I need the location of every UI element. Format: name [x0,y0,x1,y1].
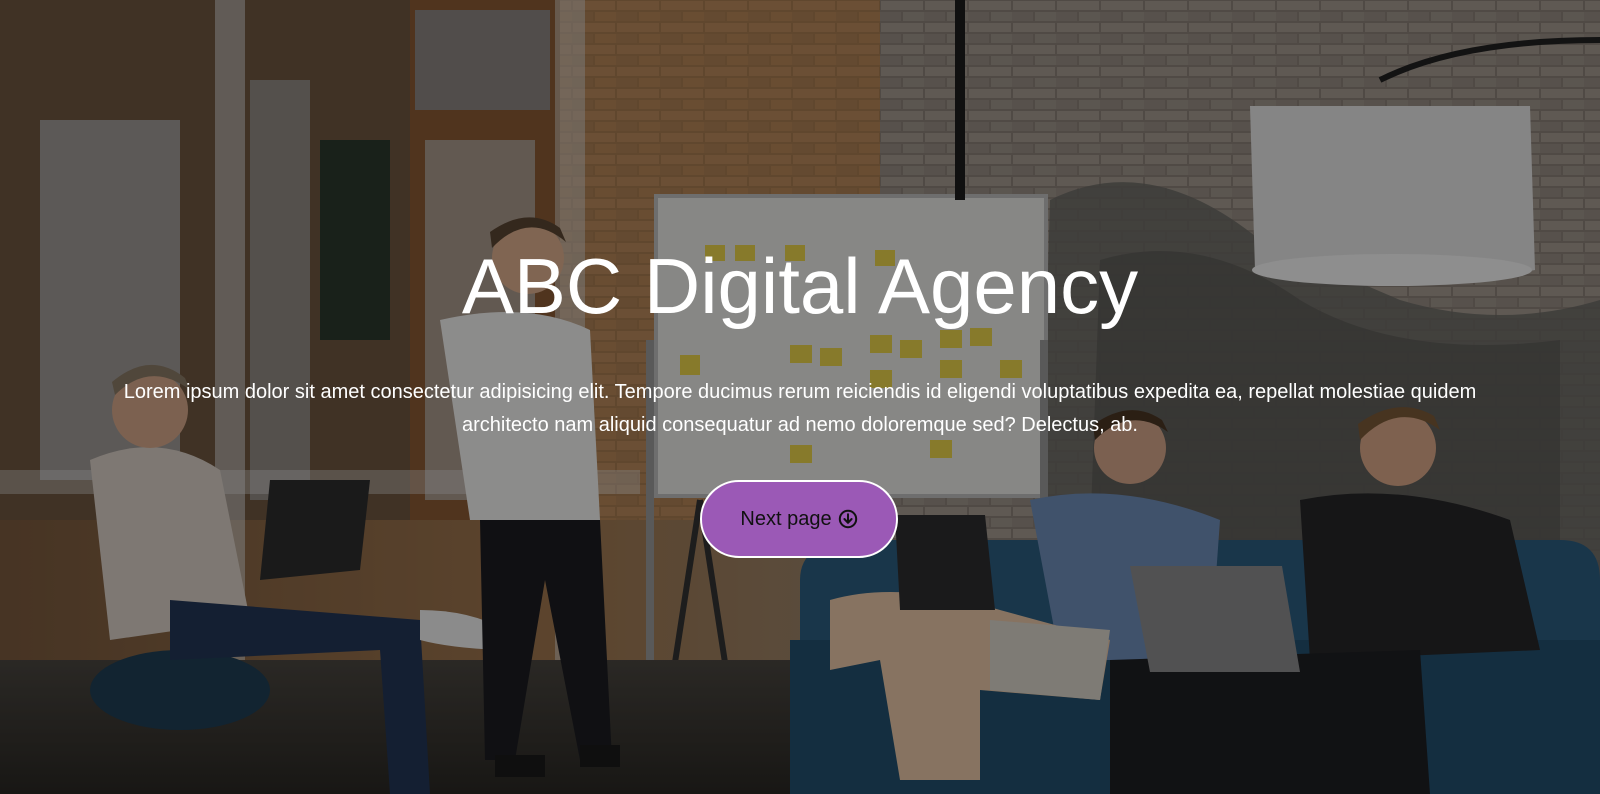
hero-title: ABC Digital Agency [461,242,1139,330]
next-page-button-label: Next page [740,507,832,530]
hero-section: ABC Digital Agency Lorem ipsum dolor sit… [0,0,1600,794]
hero-content: ABC Digital Agency Lorem ipsum dolor sit… [0,0,1600,794]
next-page-button[interactable]: Next page [700,480,898,558]
hero-subtitle: Lorem ipsum dolor sit amet consectetur a… [123,381,1477,436]
arrow-down-circle-icon [838,509,858,529]
